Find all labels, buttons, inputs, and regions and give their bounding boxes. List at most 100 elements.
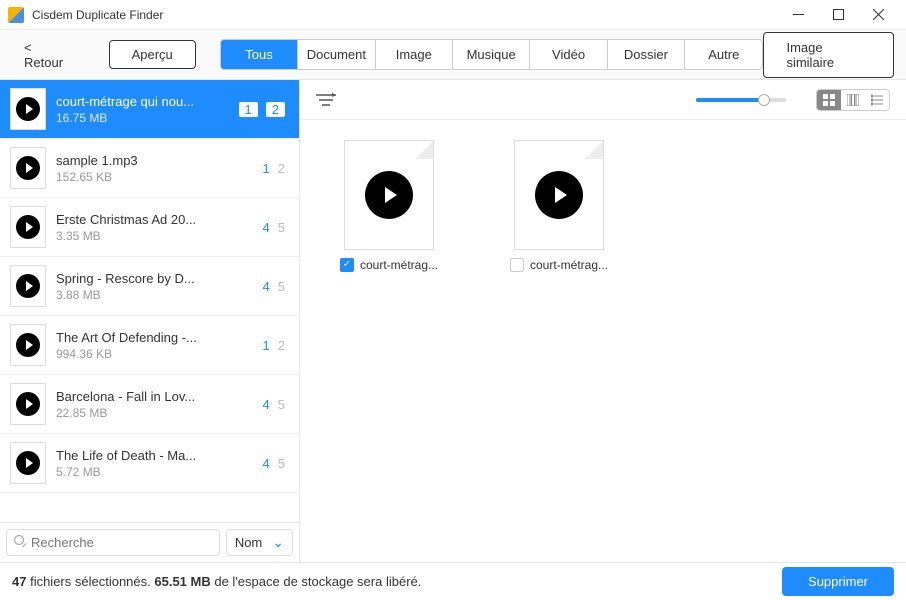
play-icon [16,333,40,357]
count-total: 5 [278,456,285,471]
list-item[interactable]: Erste Christmas Ad 20... 3.35 MB 4 5 [0,198,299,257]
delete-button[interactable]: Supprimer [782,567,894,596]
grid-thumbnail [344,140,434,250]
sort-label: Nom [235,535,262,550]
list-item[interactable]: The Art Of Defending -... 994.36 KB 1 2 [0,316,299,375]
item-name: sample 1.mp3 [56,153,263,168]
count-selected: 1 [239,102,258,117]
item-size: 5.72 MB [56,465,263,479]
play-icon [16,215,40,239]
tab-dossier[interactable]: Dossier [608,40,685,69]
grid-checkbox[interactable] [510,258,524,272]
grid-item-name: court-métrag... [530,258,608,272]
list-item[interactable]: sample 1.mp3 152.65 KB 1 2 [0,139,299,198]
item-thumbnail [10,147,46,189]
list-item[interactable]: Barcelona - Fall in Lov... 22.85 MB 4 5 [0,375,299,434]
item-counts: 4 5 [263,397,289,412]
grid-item[interactable]: court-métrag... [324,140,454,272]
item-size: 22.85 MB [56,406,263,420]
tab-tous[interactable]: Tous [221,40,298,69]
maximize-button[interactable] [818,0,858,30]
count-selected: 4 [263,279,270,294]
titlebar: Cisdem Duplicate Finder [0,0,906,30]
search-row: Nom ⌄ [0,522,299,562]
search-box[interactable] [6,529,220,556]
item-counts: 1 2 [239,102,289,117]
item-thumbnail [10,206,46,248]
tab-document[interactable]: Document [298,40,375,69]
play-icon [16,274,40,298]
chevron-down-icon: ⌄ [272,534,284,551]
search-icon [13,534,27,551]
count-total: 2 [278,338,285,353]
item-name: The Life of Death - Ma... [56,448,263,463]
item-name: Spring - Rescore by D... [56,271,263,286]
count-selected: 1 [263,338,270,353]
tab-image[interactable]: Image [376,40,453,69]
tab-vidéo[interactable]: Vidéo [530,40,607,69]
view-grid-button[interactable] [817,90,841,110]
item-name: court-métrage qui nou... [56,94,239,109]
preview-panel: court-métrag... court-métrag... [300,80,906,562]
preview-button[interactable]: Aperçu [109,40,196,69]
item-size: 3.88 MB [56,288,263,302]
item-counts: 1 2 [263,338,289,353]
preview-grid: court-métrag... court-métrag... [300,120,906,562]
item-text: The Art Of Defending -... 994.36 KB [56,330,263,361]
play-icon [16,156,40,180]
toolbar: < Retour Aperçu TousDocumentImageMusique… [0,30,906,80]
item-thumbnail [10,88,46,130]
item-size: 152.65 KB [56,170,263,184]
back-button[interactable]: < Retour [12,34,85,76]
item-counts: 4 5 [263,279,289,294]
filter-icon[interactable] [316,93,336,107]
item-text: Erste Christmas Ad 20... 3.35 MB [56,212,263,243]
sort-dropdown[interactable]: Nom ⌄ [226,529,293,556]
tab-musique[interactable]: Musique [453,40,530,69]
item-size: 3.35 MB [56,229,263,243]
item-counts: 4 5 [263,220,289,235]
item-text: The Life of Death - Ma... 5.72 MB [56,448,263,479]
grid-thumbnail [514,140,604,250]
list-item[interactable]: Spring - Rescore by D... 3.88 MB 4 5 [0,257,299,316]
app-title: Cisdem Duplicate Finder [32,8,778,22]
item-counts: 4 5 [263,456,289,471]
tab-autre[interactable]: Autre [685,40,762,69]
grid-item[interactable]: court-métrag... [494,140,624,272]
status-text: 47 fichiers sélectionnés. 65.51 MB de l'… [12,574,421,589]
item-size: 994.36 KB [56,347,263,361]
count-selected: 4 [263,397,270,412]
close-button[interactable] [858,0,898,30]
minimize-button[interactable] [778,0,818,30]
play-icon [535,171,583,219]
item-text: sample 1.mp3 152.65 KB [56,153,263,184]
search-input[interactable] [31,535,213,550]
view-columns-button[interactable] [841,90,865,110]
count-total: 5 [278,397,285,412]
count-total: 2 [278,161,285,176]
similar-image-button[interactable]: Image similaire [763,32,894,78]
view-list-button[interactable] [865,90,889,110]
status-bar: 47 fichiers sélectionnés. 65.51 MB de l'… [0,562,906,600]
item-name: Erste Christmas Ad 20... [56,212,263,227]
list-item[interactable]: court-métrage qui nou... 16.75 MB 1 2 [0,80,299,139]
item-text: court-métrage qui nou... 16.75 MB [56,94,239,125]
item-name: The Art Of Defending -... [56,330,263,345]
item-counts: 1 2 [263,161,289,176]
grid-checkbox[interactable] [340,258,354,272]
preview-toolbar [300,80,906,120]
item-name: Barcelona - Fall in Lov... [56,389,263,404]
play-icon [365,171,413,219]
zoom-slider[interactable] [696,98,786,102]
count-total: 2 [266,102,285,117]
category-tabs: TousDocumentImageMusiqueVidéoDossierAutr… [220,39,764,70]
play-icon [16,392,40,416]
duplicate-groups-panel: court-métrage qui nou... 16.75 MB 1 2 sa… [0,80,300,562]
count-total: 5 [278,220,285,235]
duplicate-groups-list[interactable]: court-métrage qui nou... 16.75 MB 1 2 sa… [0,80,299,522]
item-thumbnail [10,383,46,425]
count-total: 5 [278,279,285,294]
slider-thumb[interactable] [758,94,770,106]
item-size: 16.75 MB [56,111,239,125]
list-item[interactable]: The Life of Death - Ma... 5.72 MB 4 5 [0,434,299,493]
